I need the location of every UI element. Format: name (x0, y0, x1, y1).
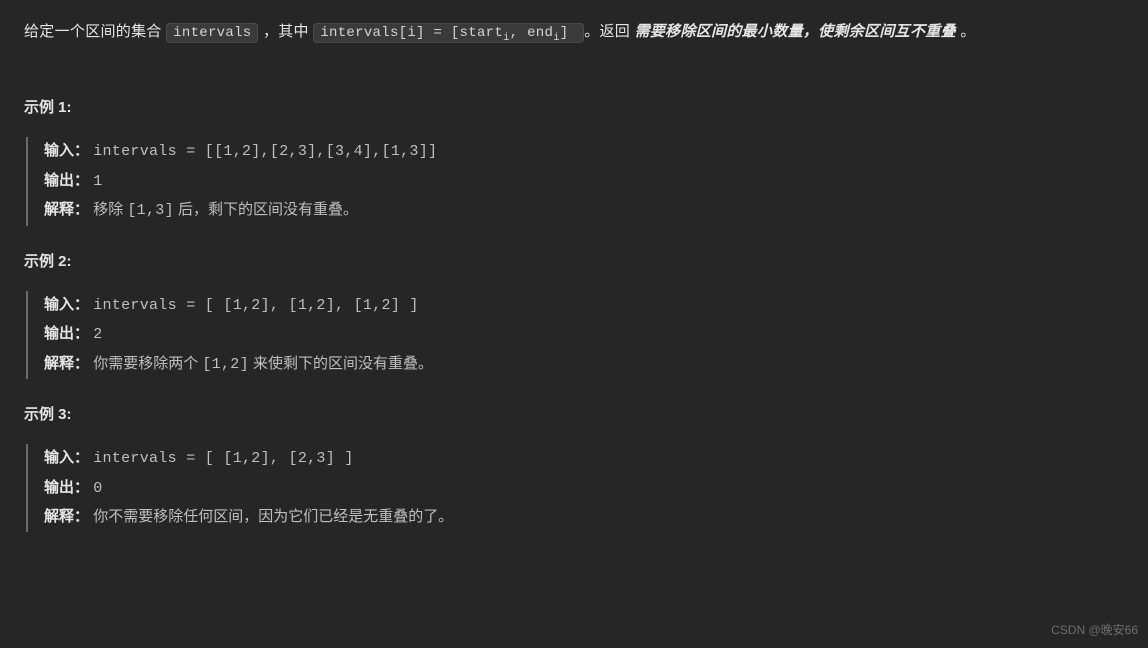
output-value: 0 (93, 480, 102, 497)
explain-label: 解释： (44, 201, 89, 218)
problem-description: 给定一个区间的集合 intervals ，其中 intervals[i] = [… (24, 18, 1124, 46)
input-label: 输入： (44, 142, 89, 159)
output-value: 2 (93, 326, 102, 343)
example-input-row: 输入： intervals = [ [1,2], [1,2], [1,2] ] (44, 291, 1124, 321)
explain-text: 你需要移除两个 (93, 355, 202, 372)
example-heading-1: 示例 1: (24, 94, 1124, 121)
input-label: 输入： (44, 449, 89, 466)
input-value: intervals = [[1,2],[2,3],[3,4],[1,3]] (93, 143, 437, 160)
inline-code-intervals: intervals (166, 23, 258, 43)
output-label: 输出： (44, 172, 89, 189)
desc-text: 给定一个区间的集合 (24, 23, 166, 40)
example-explain-row: 解释： 移除 [1,3] 后，剩下的区间没有重叠。 (44, 196, 1124, 226)
input-value: intervals = [ [1,2], [1,2], [1,2] ] (93, 297, 419, 314)
explain-text: 来使剩下的区间没有重叠。 (253, 355, 433, 372)
example-input-row: 输入： intervals = [[1,2],[2,3],[3,4],[1,3]… (44, 137, 1124, 167)
output-label: 输出： (44, 325, 89, 342)
desc-text: 。返回 (584, 23, 634, 40)
example-heading-3: 示例 3: (24, 401, 1124, 428)
input-label: 输入： (44, 296, 89, 313)
explain-code: [1,3] (127, 202, 174, 219)
example-explain-row: 解释： 你不需要移除任何区间，因为它们已经是无重叠的了。 (44, 503, 1124, 532)
watermark: CSDN @晚安66 (1051, 620, 1138, 642)
example-input-row: 输入： intervals = [ [1,2], [2,3] ] (44, 444, 1124, 474)
desc-emphasis: 需要移除区间的最小数量，使剩余区间互不重叠 (635, 23, 961, 40)
example-heading-2: 示例 2: (24, 248, 1124, 275)
input-value: intervals = [ [1,2], [2,3] ] (93, 450, 353, 467)
inline-code-intervals-i: intervals[i] = [starti, endi] (313, 23, 584, 43)
example-explain-row: 解释： 你需要移除两个 [1,2] 来使剩下的区间没有重叠。 (44, 350, 1124, 380)
explain-label: 解释： (44, 355, 89, 372)
output-value: 1 (93, 173, 102, 190)
example-output-row: 输出： 0 (44, 474, 1124, 504)
output-label: 输出： (44, 479, 89, 496)
example-output-row: 输出： 2 (44, 320, 1124, 350)
example-block-2: 输入： intervals = [ [1,2], [1,2], [1,2] ] … (26, 291, 1124, 380)
explain-text: 你不需要移除任何区间，因为它们已经是无重叠的了。 (93, 508, 453, 525)
explain-text: 后，剩下的区间没有重叠。 (178, 201, 358, 218)
explain-code: [1,2] (202, 356, 249, 373)
example-block-3: 输入： intervals = [ [1,2], [2,3] ] 输出： 0 解… (26, 444, 1124, 532)
desc-text: 。 (960, 23, 975, 40)
example-block-1: 输入： intervals = [[1,2],[2,3],[3,4],[1,3]… (26, 137, 1124, 226)
explain-text: 移除 (93, 201, 127, 218)
example-output-row: 输出： 1 (44, 167, 1124, 197)
desc-text: ，其中 (263, 23, 313, 40)
explain-label: 解释： (44, 508, 89, 525)
